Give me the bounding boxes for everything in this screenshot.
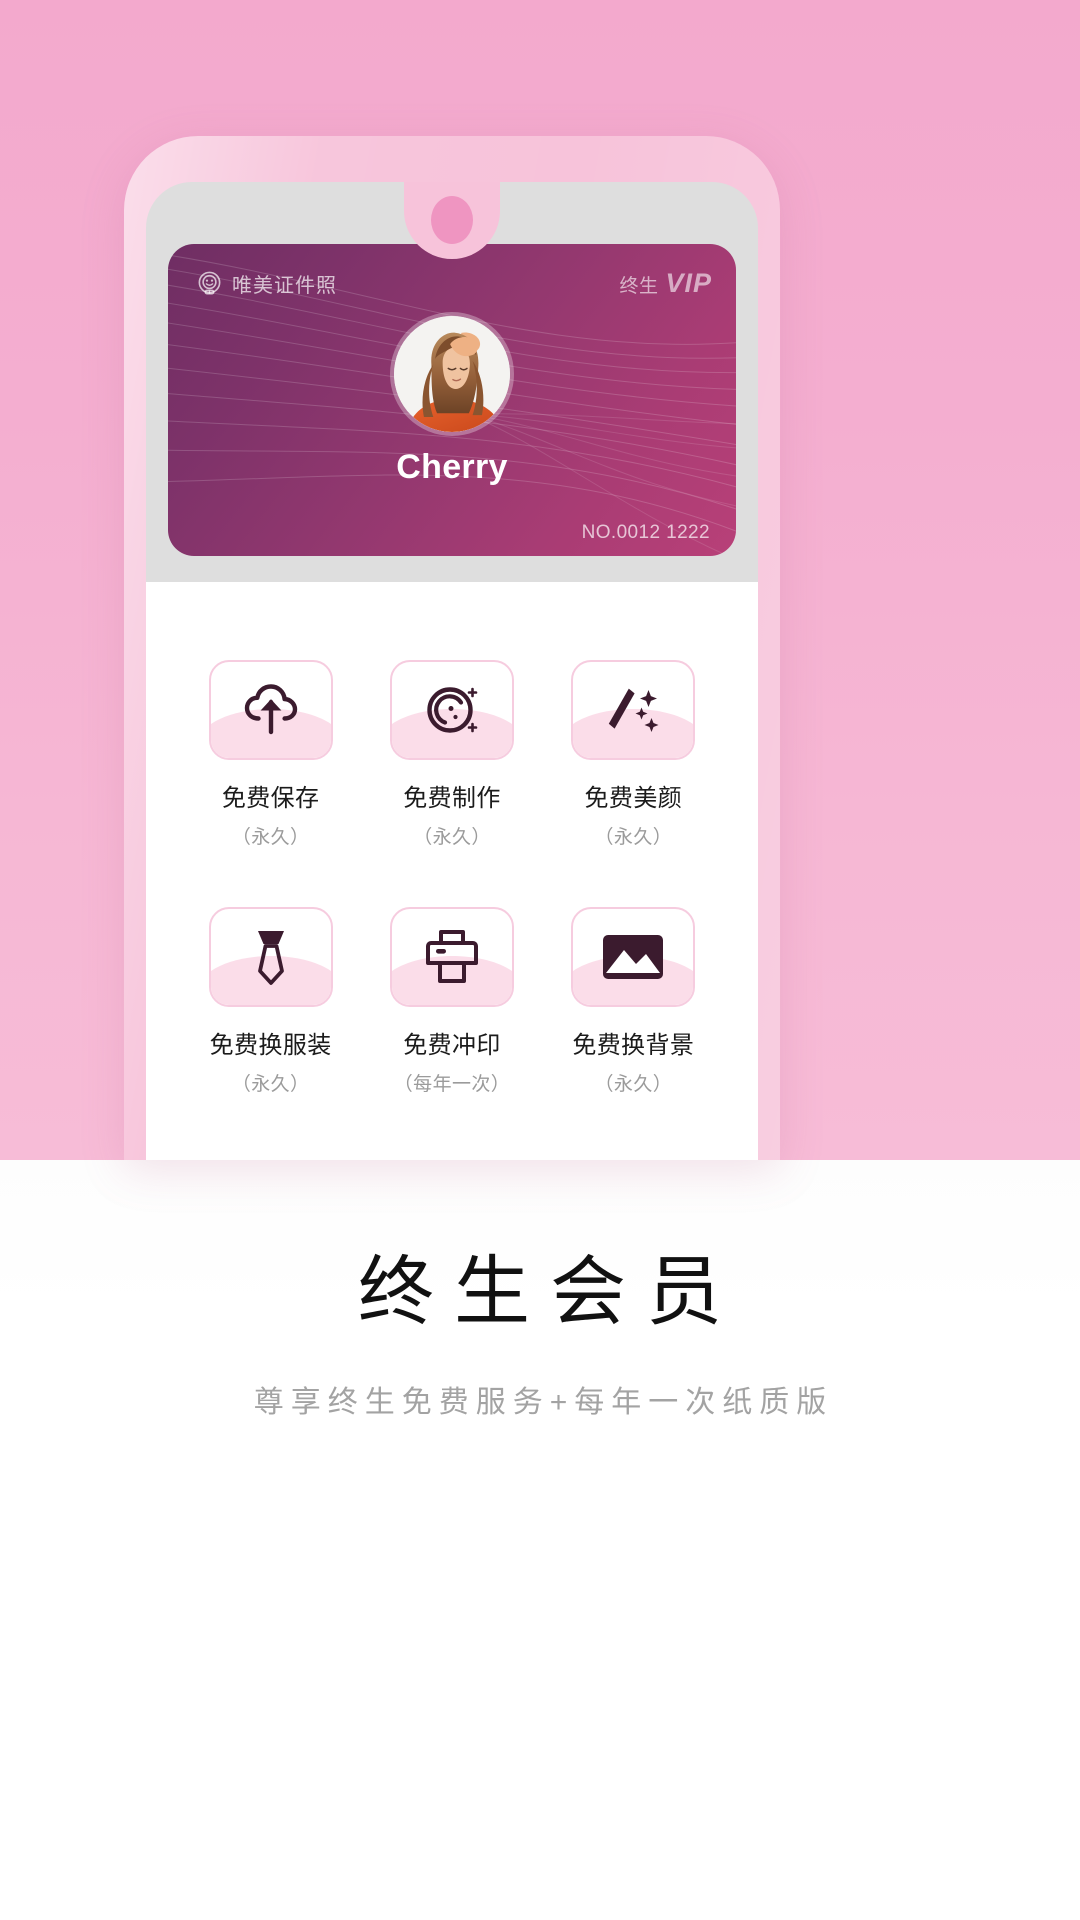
smiley-badge-icon	[198, 271, 221, 295]
feature-item-background[interactable]: 免费换背景 （永久）	[543, 907, 724, 1096]
bottom-copy: 终生会员 尊享终生免费服务+每年一次纸质版	[0, 1244, 1080, 1421]
phone-mockup: 唯美证件照 终生 VIP Cherry NO.0012 1222 免费保存 （永…	[124, 136, 780, 1160]
avatar-ring	[390, 312, 514, 436]
feature-sublabel: （永久）	[231, 1074, 310, 1095]
feature-item-beauty[interactable]: 免费美颜 （永久）	[543, 660, 724, 849]
feature-sublabel: （永久）	[231, 827, 310, 848]
phone-screen: 唯美证件照 终生 VIP Cherry NO.0012 1222 免费保存 （永…	[146, 182, 758, 1160]
card-header-row: 唯美证件照 终生 VIP	[196, 268, 712, 299]
feature-item-save[interactable]: 免费保存 （永久）	[180, 660, 361, 849]
feature-label: 免费制作	[403, 785, 501, 812]
retouch-circle-icon	[427, 687, 478, 733]
page-title: 终生会员	[358, 1250, 742, 1335]
feature-item-outfit[interactable]: 免费换服装 （永久）	[180, 907, 361, 1096]
feature-sublabel: （永久）	[594, 827, 673, 848]
feature-label: 免费换服装	[209, 1032, 332, 1059]
feature-label: 免费美颜	[584, 785, 683, 812]
feature-tile[interactable]	[389, 660, 514, 760]
image-picture-icon	[603, 935, 664, 979]
vip-prefix-text: 终生	[619, 276, 659, 297]
card-serial-number: NO.0012 1222	[581, 522, 710, 543]
printer-icon	[425, 930, 478, 983]
feature-tile[interactable]	[208, 907, 333, 1007]
feature-item-create[interactable]: 免费制作 （永久）	[361, 660, 542, 849]
brand-block: 唯美证件照	[196, 269, 337, 298]
vip-membership-card[interactable]: 唯美证件照 终生 VIP Cherry NO.0012 1222	[168, 244, 736, 556]
user-photo-avatar	[394, 316, 510, 432]
feature-sheet: 免费保存 （永久） 免费制作 （永久） 免费美颜 （永久） 免费换服装 （永久）…	[146, 582, 758, 1160]
cloud-upload-icon	[244, 684, 297, 735]
avatar[interactable]	[394, 316, 510, 432]
feature-grid: 免费保存 （永久） 免费制作 （永久） 免费美颜 （永久） 免费换服装 （永久）…	[180, 660, 724, 1096]
feature-label: 免费冲印	[403, 1032, 501, 1059]
feature-sublabel: （永久）	[594, 1074, 673, 1095]
brand-name-text: 唯美证件照	[232, 275, 337, 297]
feature-tile[interactable]	[208, 660, 333, 760]
feature-label: 免费换背景	[572, 1032, 695, 1059]
feature-label: 免费保存	[221, 785, 320, 812]
page-subtitle: 尊享终生免费服务+每年一次纸质版	[253, 1385, 834, 1419]
feature-tile[interactable]	[389, 907, 514, 1007]
vip-word-text: VIP	[665, 268, 712, 298]
card-user-name: Cherry	[396, 448, 508, 486]
feature-tile[interactable]	[571, 907, 696, 1007]
feature-item-print[interactable]: 免费冲印 （每年一次）	[361, 907, 542, 1096]
magic-wand-icon	[609, 688, 659, 732]
feature-tile[interactable]	[571, 660, 696, 760]
feature-sublabel: （每年一次）	[393, 1074, 511, 1095]
front-camera-icon	[431, 196, 473, 244]
vip-badge: 终生 VIP	[619, 268, 712, 299]
feature-sublabel: （永久）	[413, 827, 491, 848]
necktie-icon	[257, 931, 284, 985]
